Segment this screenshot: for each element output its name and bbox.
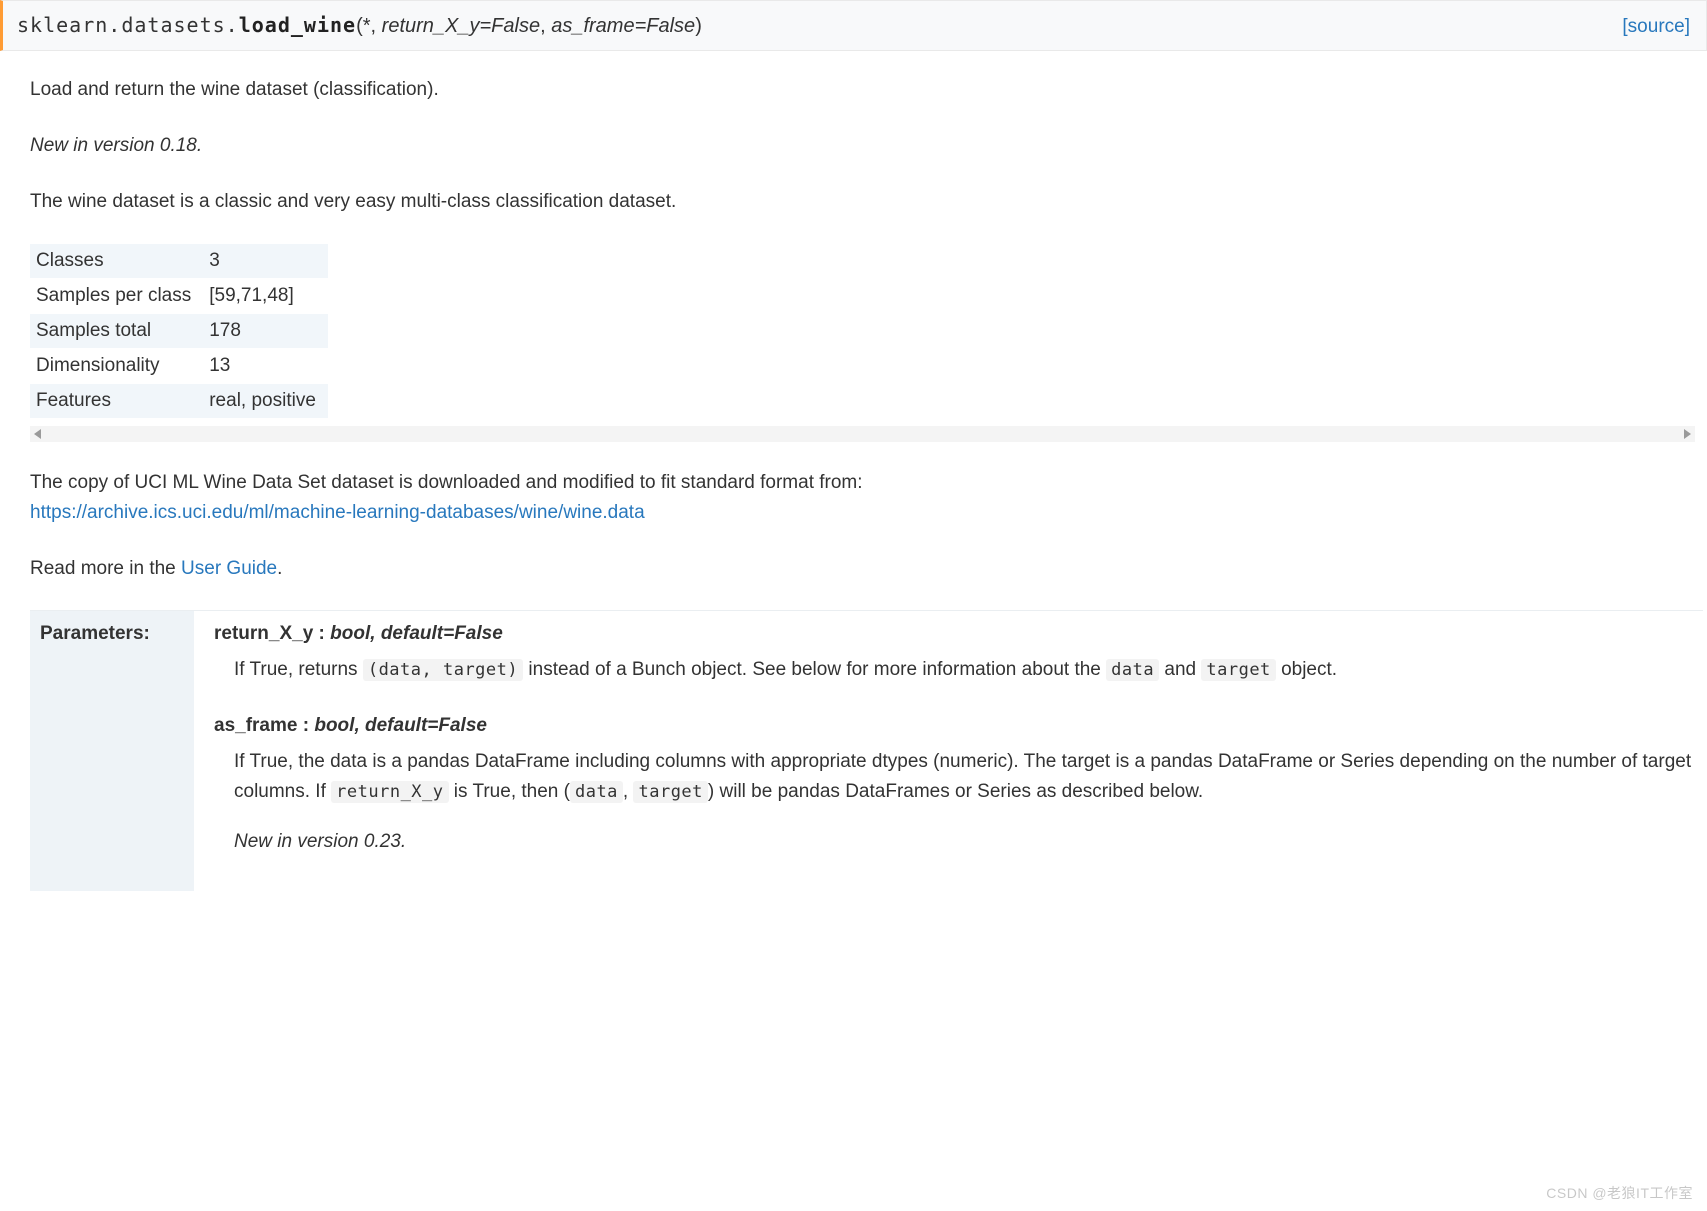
parameters-header: Parameters: [30,611,194,892]
table-row: Samples total178 [30,314,328,349]
parameters-body: return_X_y : bool, default=False If True,… [194,611,1703,892]
summary-key: Samples total [30,314,203,349]
summary-key: Dimensionality [30,349,203,384]
summary-value: 178 [203,314,328,349]
summary-value: real, positive [203,384,328,419]
source-link[interactable]: [source] [1622,16,1690,38]
watermark: CSDN @老狼IT工作室 [1546,1183,1693,1203]
sig-star: *, [363,15,382,37]
function-signature: sklearn.datasets.load_wine(*, return_X_y… [17,11,702,40]
param-name: return_X_y [214,623,313,644]
param-block: as_frame : bool, default=False If True, t… [214,711,1695,857]
param-type: bool, default=False [314,715,487,736]
inline-code: data [1106,659,1159,681]
table-row: Samples per class[59,71,48] [30,279,328,314]
param-colon: : [297,715,314,736]
parameters-field-list: Parameters: return_X_y : bool, default=F… [30,610,1703,891]
dataset-source-note: The copy of UCI ML Wine Data Set dataset… [30,468,1703,528]
user-guide-link[interactable]: User Guide [181,558,277,579]
summary-value: 13 [203,349,328,384]
sig-module: sklearn.datasets. [17,13,239,37]
function-signature-bar: sklearn.datasets.load_wine(*, return_X_y… [0,0,1707,51]
intro-paragraph-1: Load and return the wine dataset (classi… [30,75,1703,105]
inline-code: (data, target) [363,659,523,681]
dataset-summary-table: Classes3Samples per class[59,71,48]Sampl… [30,243,328,418]
sig-kw-return-x-y-default: =False [480,15,541,37]
param-colon: : [313,623,330,644]
inline-code: target [1201,659,1275,681]
param-version-added: New in version 0.23. [234,827,1695,857]
inline-code: return_X_y [331,781,448,803]
dataset-source-lead: The copy of UCI ML Wine Data Set dataset… [30,472,863,493]
horizontal-scroll-strip[interactable] [30,426,1695,442]
param-block: return_X_y : bool, default=False If True,… [214,619,1695,685]
param-description: If True, the data is a pandas DataFrame … [234,747,1695,857]
sig-func-name: load_wine [239,13,356,37]
summary-key: Samples per class [30,279,203,314]
dataset-source-link[interactable]: https://archive.ics.uci.edu/ml/machine-l… [30,502,645,523]
read-more-suffix: . [277,558,282,579]
version-added-0-18: New in version 0.18. [30,131,1703,161]
sig-paren-open: ( [356,15,363,37]
sig-sep: , [540,15,551,37]
sig-kw-as-frame: as_frame [551,15,634,37]
page-root: sklearn.datasets.load_wine(*, return_X_y… [0,0,1707,891]
summary-value: [59,71,48] [203,279,328,314]
summary-key: Features [30,384,203,419]
param-header: as_frame : bool, default=False [214,711,1695,741]
param-header: return_X_y : bool, default=False [214,619,1695,649]
read-more-prefix: Read more in the [30,558,181,579]
param-name: as_frame [214,715,297,736]
sig-kw-as-frame-default: =False [635,15,696,37]
sig-paren-close: ) [695,15,702,37]
doc-content: Load and return the wine dataset (classi… [0,75,1707,891]
summary-value: 3 [203,244,328,279]
param-description: If True, returns (data, target) instead … [234,655,1695,685]
sig-kw-return-x-y: return_X_y [382,15,480,37]
param-type: bool, default=False [330,623,503,644]
inline-code: target [633,781,707,803]
read-more-line: Read more in the User Guide. [30,554,1703,584]
scroll-left-icon[interactable] [34,429,41,439]
table-row: Featuresreal, positive [30,384,328,419]
inline-code: data [570,781,623,803]
scroll-right-icon[interactable] [1684,429,1691,439]
table-row: Classes3 [30,244,328,279]
table-row: Dimensionality13 [30,349,328,384]
intro-paragraph-2: The wine dataset is a classic and very e… [30,187,1703,217]
summary-key: Classes [30,244,203,279]
